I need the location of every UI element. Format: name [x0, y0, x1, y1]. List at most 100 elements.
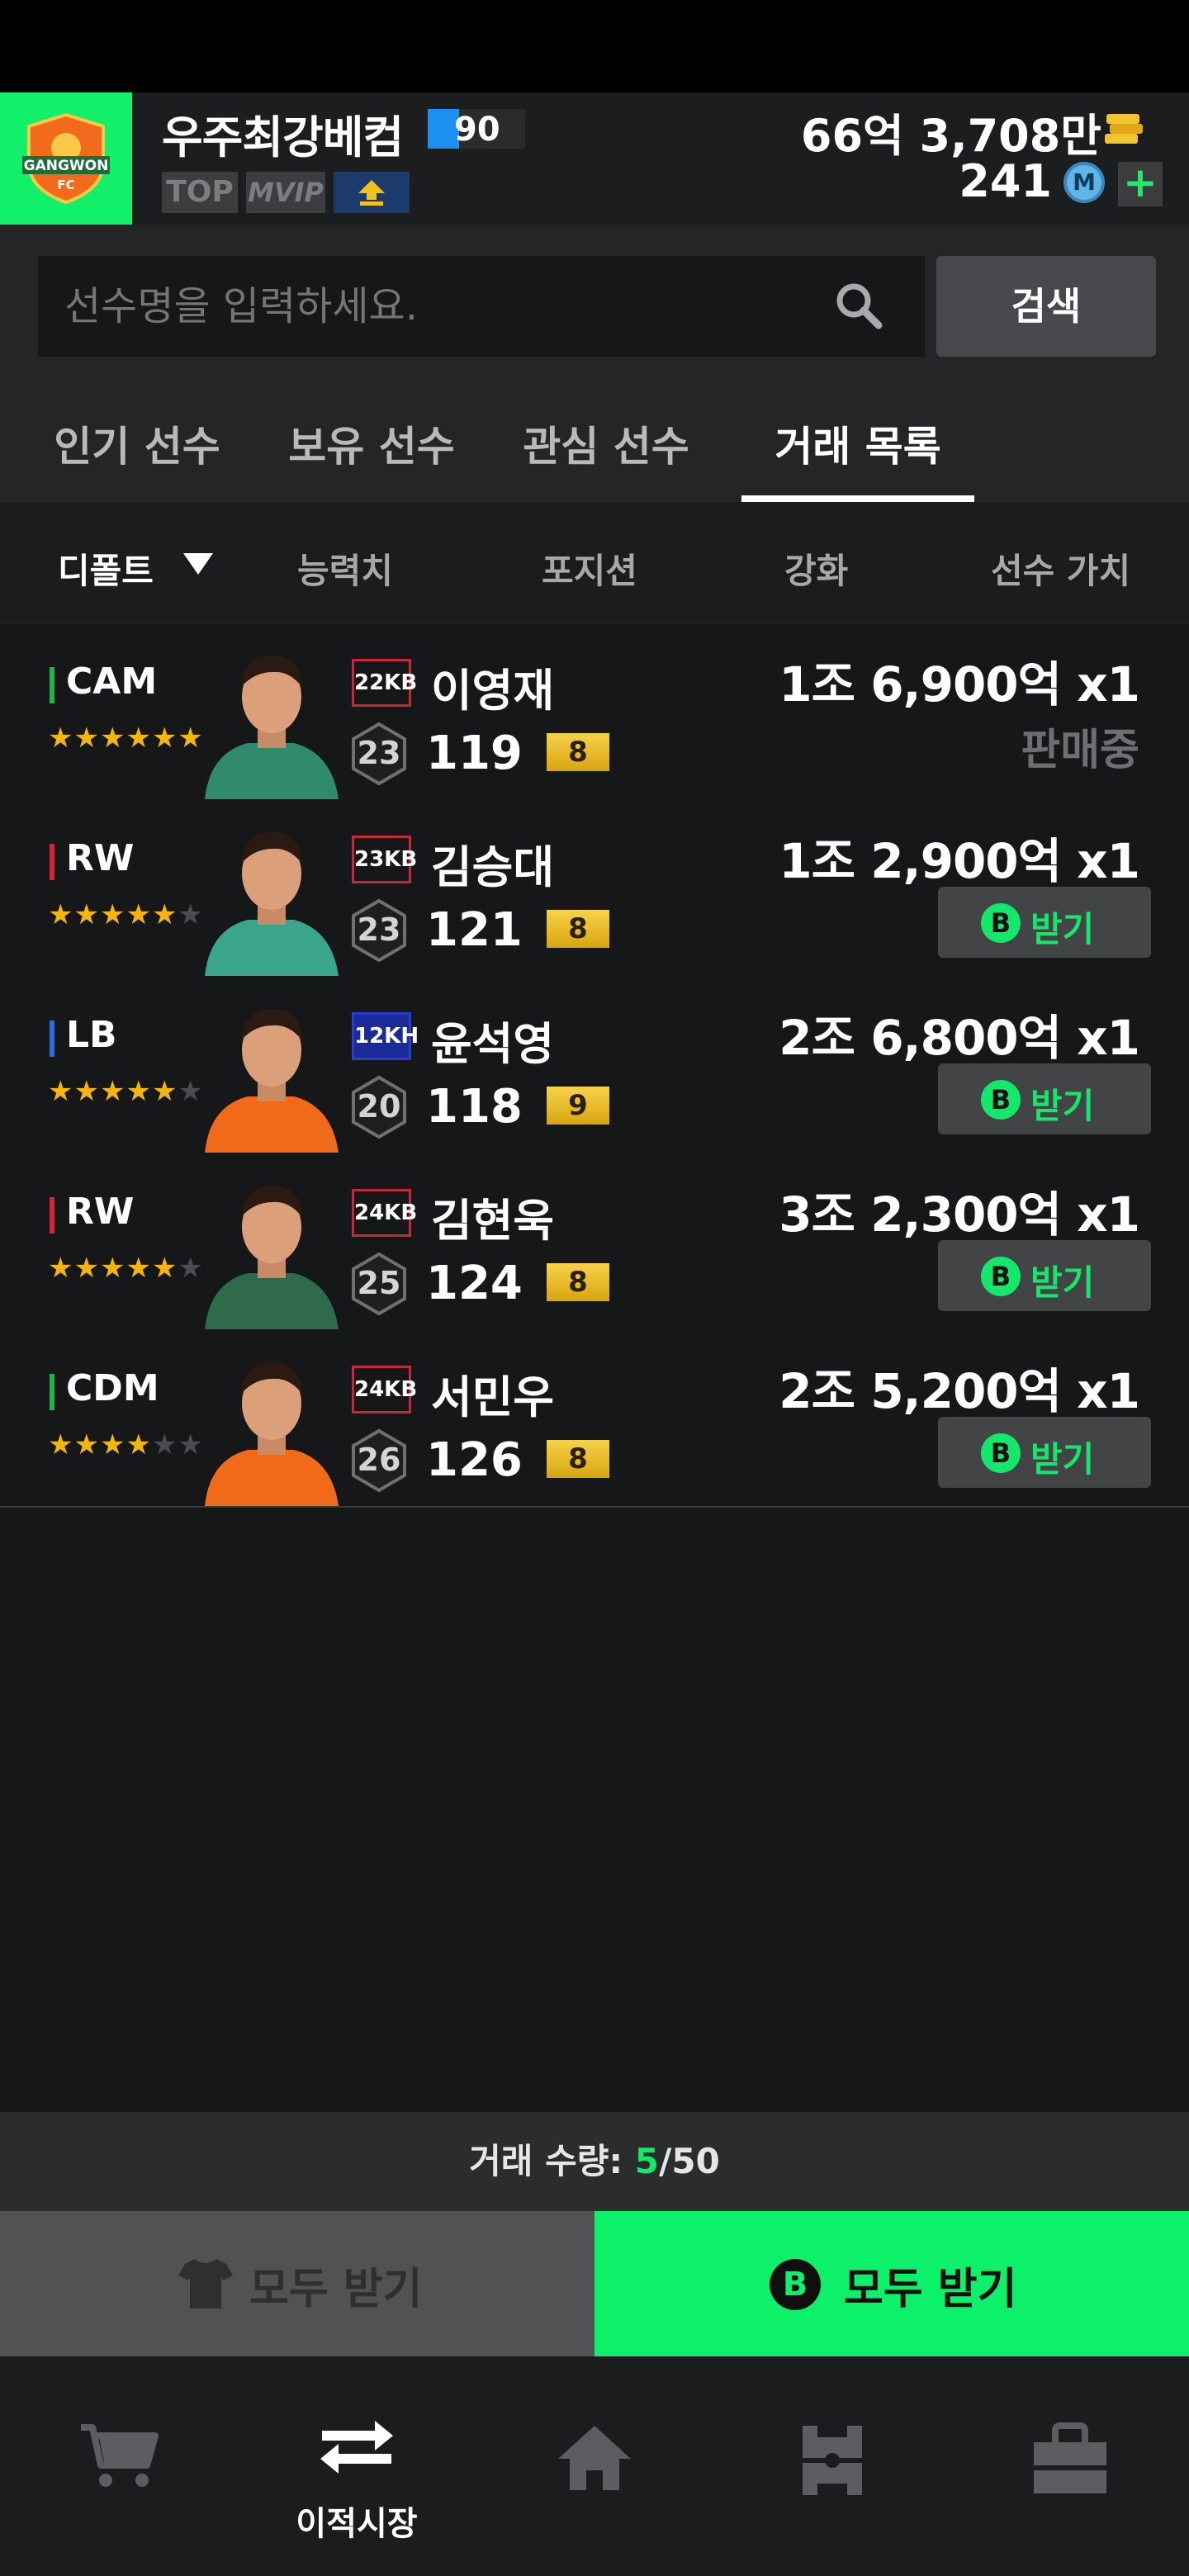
rank-up-tag[interactable]	[334, 172, 410, 213]
season-badge: 23KB	[352, 836, 417, 883]
trade-count-current: 5	[634, 2141, 660, 2181]
receive-label: 받기	[1030, 909, 1095, 949]
receive-label: 받기	[1030, 1439, 1095, 1480]
tab-popular-players[interactable]: 인기 선수	[38, 411, 236, 502]
season-badge: 24KB	[352, 1189, 417, 1237]
player-portrait[interactable]	[190, 814, 352, 976]
player-row[interactable]: LB ★★★★★★ 12KH 윤석영 20 118 9 2조 6,800억 x1 B 받기	[0, 978, 1189, 1154]
salary-hex: 26	[350, 1428, 408, 1493]
season-badge: 24KB	[352, 1366, 417, 1413]
top-tag[interactable]: TOP	[162, 172, 238, 213]
player-portrait[interactable]	[190, 1344, 352, 1506]
sort-player-value[interactable]: 선수 가치	[991, 543, 1130, 594]
receive-button[interactable]: B 받기	[938, 1417, 1151, 1488]
receive-all-coins-button[interactable]: B 모두 받기	[594, 2211, 1189, 2356]
nav-home[interactable]	[476, 2356, 713, 2576]
nav-squad[interactable]	[713, 2356, 951, 2576]
player-portrait[interactable]	[190, 991, 352, 1153]
player-position: CDM	[66, 1367, 159, 1409]
nav-transfer-market[interactable]: 이적시장	[238, 2356, 476, 2576]
position-color-bar	[50, 1020, 54, 1057]
player-ovr: 124	[426, 1257, 523, 1310]
sort-default[interactable]: 디폴트	[58, 543, 154, 594]
player-row[interactable]: CDM ★★★★★★ 24KB 서민우 26 126 8 2조 5,200억 x1 B 받기	[0, 1331, 1189, 1508]
trade-count-total: /50	[659, 2141, 720, 2181]
search-button[interactable]: 검색	[936, 256, 1156, 357]
mpoint-balance: 241	[959, 155, 1052, 207]
jersey-icon	[178, 2259, 233, 2308]
nav-transfer-label: 이적시장	[296, 2505, 418, 2543]
mpoint-icon: M	[1063, 162, 1105, 203]
player-portrait[interactable]	[190, 637, 352, 799]
club-badge[interactable]: GANGWON FC	[0, 92, 132, 225]
upgrade-level-badge: 9	[547, 1087, 609, 1125]
b-coin-icon: B	[981, 1257, 1021, 1296]
nav-cart[interactable]	[0, 2356, 238, 2576]
player-ovr: 119	[426, 727, 523, 780]
star-rating: ★★★★★★	[48, 1075, 204, 1108]
b-coin-icon: B	[981, 903, 1021, 943]
level-number: 90	[454, 111, 500, 149]
star-rating: ★★★★★★	[48, 722, 204, 755]
home-icon	[558, 2426, 631, 2490]
player-name: 김승대	[431, 841, 555, 893]
position-color-bar	[50, 1374, 54, 1410]
player-price: 2조 6,800억 x1	[779, 1010, 1140, 1066]
search-icon[interactable]	[832, 279, 885, 332]
player-row[interactable]: RW ★★★★★★ 24KB 김현욱 25 124 8 3조 2,300억 x1 B 받기	[0, 1154, 1189, 1331]
coin-stack-icon	[1105, 114, 1143, 144]
player-price: 2조 5,200억 x1	[779, 1363, 1140, 1419]
salary-value: 20	[357, 1088, 401, 1125]
tab-trade-list[interactable]: 거래 목록	[741, 411, 974, 502]
sort-position[interactable]: 포지션	[542, 543, 637, 594]
svg-text:GANGWON: GANGWON	[24, 158, 109, 174]
tab-watchlist-players[interactable]: 관심 선수	[507, 411, 705, 502]
player-position: LB	[66, 1014, 117, 1056]
receive-button[interactable]: B 받기	[938, 887, 1151, 958]
position-color-bar	[50, 1197, 54, 1234]
nav-store[interactable]	[951, 2356, 1189, 2576]
season-badge: 12KH	[352, 1012, 419, 1060]
bottom-nav: 이적시장	[0, 2356, 1189, 2576]
player-price: 1조 6,900억 x1	[779, 656, 1140, 713]
player-portrait[interactable]	[190, 1167, 352, 1329]
salary-value: 23	[357, 735, 401, 771]
trade-list: CAM ★★★★★★ 22KB 이영재 23 119 8 1조 6,900억 x1 판매중 RW ★…	[0, 624, 1189, 1508]
star-rating: ★★★★★★	[48, 1428, 204, 1461]
player-price: 1조 2,900억 x1	[779, 833, 1140, 889]
upgrade-level-badge: 8	[547, 1440, 609, 1478]
position-color-bar	[50, 667, 54, 703]
search-input[interactable]	[38, 256, 925, 357]
sale-status: 판매중	[1021, 726, 1139, 775]
receive-button[interactable]: B 받기	[938, 1063, 1151, 1134]
receive-button[interactable]: B 받기	[938, 1240, 1151, 1311]
sort-enhance[interactable]: 강화	[784, 543, 848, 594]
upgrade-level-badge: 8	[547, 733, 609, 771]
receive-label: 받기	[1030, 1086, 1095, 1126]
player-price: 3조 2,300억 x1	[779, 1186, 1140, 1243]
b-coin-icon: B	[770, 2259, 821, 2310]
player-row[interactable]: RW ★★★★★★ 23KB 김승대 23 121 8 1조 2,900억 x1 B 받기	[0, 801, 1189, 978]
arrow-up-icon	[358, 180, 385, 206]
tab-owned-players[interactable]: 보유 선수	[272, 411, 471, 502]
receive-all-items-label: 모두 받기	[249, 2265, 423, 2314]
store-icon	[1034, 2422, 1106, 2493]
level-bar: 90	[428, 109, 525, 149]
add-mpoint-button[interactable]: +	[1118, 162, 1163, 206]
squad-icon	[803, 2426, 862, 2495]
gangwon-fc-logo: GANGWON FC	[22, 112, 110, 205]
salary-hex: 23	[350, 898, 408, 963]
salary-hex: 25	[350, 1252, 408, 1316]
receive-label: 받기	[1030, 1262, 1095, 1303]
upgrade-level-badge: 8	[547, 910, 609, 948]
sort-ability[interactable]: 능력치	[297, 543, 393, 594]
player-ovr: 121	[426, 903, 523, 957]
coin-balance: 66억 3,708만	[800, 110, 1101, 162]
player-row[interactable]: CAM ★★★★★★ 22KB 이영재 23 119 8 1조 6,900억 x1 판매중	[0, 624, 1189, 801]
chevron-down-icon[interactable]	[183, 553, 213, 575]
active-tab-indicator	[741, 495, 974, 502]
mvip-tag[interactable]: MVIP	[246, 172, 325, 213]
salary-value: 26	[357, 1442, 401, 1478]
star-rating: ★★★★★★	[48, 1252, 204, 1285]
receive-all-items-button[interactable]: 모두 받기	[0, 2211, 594, 2356]
